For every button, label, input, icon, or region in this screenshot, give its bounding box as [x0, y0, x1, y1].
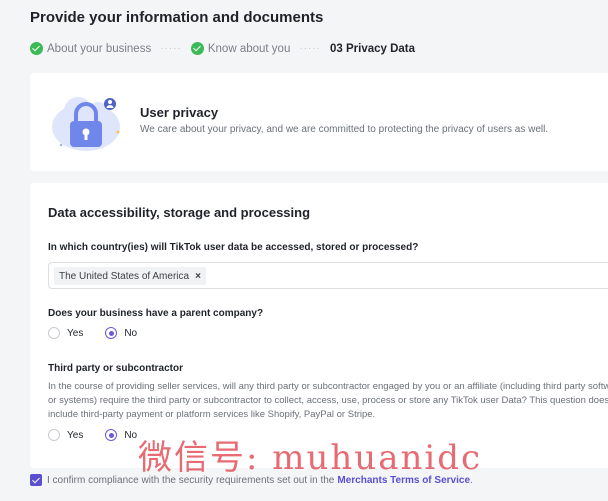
step-separator: ····· [160, 43, 182, 54]
compliance-checkbox[interactable] [30, 474, 42, 486]
parent-company-yes-radio[interactable]: Yes [48, 327, 83, 339]
radio-circle [48, 429, 60, 441]
country-question-label: In which country(ies) will TikTok user d… [48, 242, 419, 253]
privacy-title: User privacy [140, 105, 219, 120]
parent-company-question-label: Does your business have a parent company… [48, 308, 264, 319]
third-party-yes-radio[interactable]: Yes [48, 429, 83, 441]
watermark: 微信号: muhuanidc [138, 438, 483, 478]
radio-label: Yes [67, 327, 84, 339]
user-privacy-card: User privacy We care about your privacy,… [30, 73, 608, 171]
section-title: Data accessibility, storage and processi… [48, 205, 311, 220]
page-title: Provide your information and documents [30, 9, 324, 26]
privacy-description: We care about your privacy, and we are c… [140, 124, 549, 135]
remove-tag-icon[interactable]: × [195, 271, 201, 282]
radio-label: No [124, 429, 138, 441]
lock-icon [52, 97, 120, 151]
third-party-description: In the course of providing seller servic… [48, 381, 608, 420]
step-label: About your business [47, 42, 152, 55]
third-party-question-label: Third party or subcontractor [48, 363, 184, 374]
radio-circle [105, 327, 118, 339]
step-privacy-data: 03 Privacy Data [330, 43, 415, 55]
third-party-no-radio[interactable]: No [105, 429, 137, 441]
radio-label: No [124, 327, 138, 339]
step-know-about-you[interactable]: Know about you [190, 42, 291, 55]
parent-company-no-radio[interactable]: No [105, 327, 137, 339]
country-tag: The United States of America × [54, 267, 206, 285]
step-label: Know about you [207, 42, 291, 55]
radio-circle [48, 327, 60, 339]
step-label: 03 Privacy Data [330, 42, 416, 55]
stepper: About your business ····· Know about you… [30, 42, 415, 55]
check-circle-icon [30, 42, 43, 55]
step-separator: ····· [299, 43, 321, 54]
radio-label: Yes [67, 429, 84, 441]
step-about-business[interactable]: About your business [30, 42, 151, 55]
radio-circle [105, 429, 118, 441]
check-circle-icon [190, 42, 204, 55]
parent-company-radio-group: Yes No [48, 327, 159, 339]
country-tag-label: The United States of America [59, 270, 190, 282]
data-accessibility-card: Data accessibility, storage and processi… [30, 183, 608, 468]
country-multiselect[interactable]: The United States of America × [48, 262, 608, 289]
